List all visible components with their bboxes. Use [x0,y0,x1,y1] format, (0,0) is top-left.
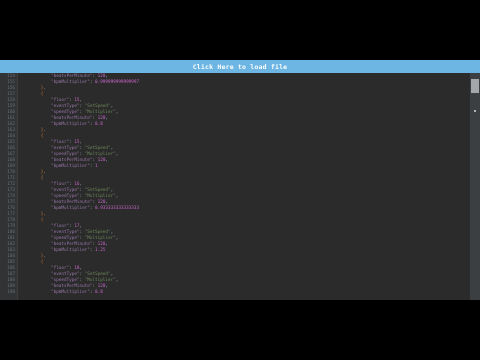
load-file-label: Click Here to load file [192,62,288,71]
line-number: 190 [7,290,15,295]
code-editor[interactable]: 154 "beatsPerMinute": 120, 155 "bpmMultip… [0,73,480,300]
scroll-marker [474,110,476,112]
code-text: "bpmMultiplier": 0.8 [51,290,103,295]
load-file-button[interactable]: Click Here to load file [0,60,480,73]
code-view[interactable]: 154 "beatsPerMinute": 120, 155 "bpmMultip… [0,73,470,300]
vertical-scrollbar[interactable] [470,73,480,300]
code-line: 190 "bpmMultiplier": 0.8 [0,290,470,296]
scrollbar-thumb[interactable] [471,79,479,93]
